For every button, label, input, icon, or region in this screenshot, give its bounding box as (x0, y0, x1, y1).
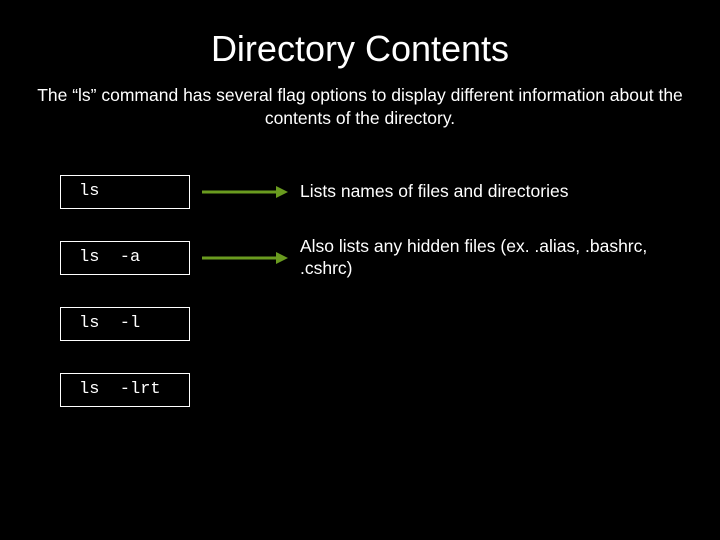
list-item: ls -a Also lists any hidden files (ex. .… (60, 236, 720, 280)
command-description: Also lists any hidden files (ex. .alias,… (300, 236, 680, 280)
arrow-icon (202, 184, 288, 200)
command-text: ls -l (79, 314, 140, 333)
list-item: ls Lists names of files and directories (60, 170, 720, 214)
list-item: ls -l (60, 302, 720, 346)
command-box: ls -l (60, 307, 190, 341)
command-text: ls (79, 182, 99, 201)
command-description: Lists names of files and directories (300, 181, 568, 203)
command-box: ls -lrt (60, 373, 190, 407)
command-box: ls (60, 175, 190, 209)
page-title: Directory Contents (0, 28, 720, 70)
slide: Directory Contents The “ls” command has … (0, 0, 720, 540)
arrow-icon (202, 250, 288, 266)
command-list: ls Lists names of files and directories … (0, 170, 720, 412)
page-subtitle: The “ls” command has several flag option… (0, 84, 720, 130)
command-text: ls -lrt (79, 380, 161, 399)
command-text: ls -a (79, 248, 140, 267)
list-item: ls -lrt (60, 368, 720, 412)
command-box: ls -a (60, 241, 190, 275)
